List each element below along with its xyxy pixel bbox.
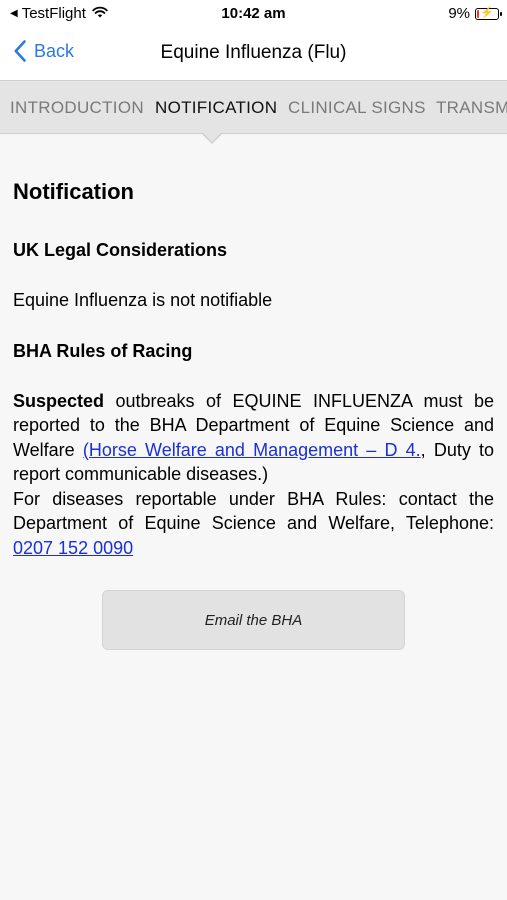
phone-link[interactable]: 0207 152 0090 (13, 538, 133, 558)
bha-paragraph: Suspected outbreaks of EQUINE INFLUENZA … (13, 389, 494, 487)
contact-paragraph: For diseases reportable under BHA Rules:… (13, 487, 494, 561)
contact-text: For diseases reportable under BHA Rules:… (13, 488, 494, 534)
status-right: 9% ⚡ (448, 5, 502, 22)
tab-notification[interactable]: NOTIFICATION (155, 98, 277, 118)
battery-icon: ⚡ (475, 7, 502, 20)
battery-percentage: 9% (448, 5, 470, 22)
navigation-bar: Back Equine Influenza (Flu) (0, 28, 507, 80)
active-tab-indicator (201, 132, 223, 144)
tab-clinical-signs[interactable]: CLINICAL SIGNS (288, 98, 426, 118)
main-content: Notification UK Legal Considerations Equ… (13, 176, 494, 560)
suspected-label: Suspected (13, 390, 105, 411)
page-title: Equine Influenza (Flu) (160, 42, 347, 63)
section-heading: Notification (13, 179, 134, 204)
tab-transmission[interactable]: TRANSM (436, 98, 507, 118)
uk-legal-text: Equine Influenza is not notifiable (13, 290, 273, 310)
tab-bar: INTRODUCTION NOTIFICATION CLINICAL SIGNS… (0, 80, 507, 134)
bha-rules-heading: BHA Rules of Racing (13, 340, 193, 361)
email-bha-button[interactable]: Email the BHA (102, 590, 405, 650)
uk-legal-heading: UK Legal Considerations (13, 240, 228, 260)
horse-welfare-link[interactable]: (Horse Welfare and Management – D 4. (83, 440, 421, 460)
tab-introduction[interactable]: INTRODUCTION (10, 98, 144, 118)
status-time: 10:42 am (221, 5, 286, 22)
status-bar: ◀ TestFlight 10:42 am 9% ⚡ (0, 0, 507, 28)
